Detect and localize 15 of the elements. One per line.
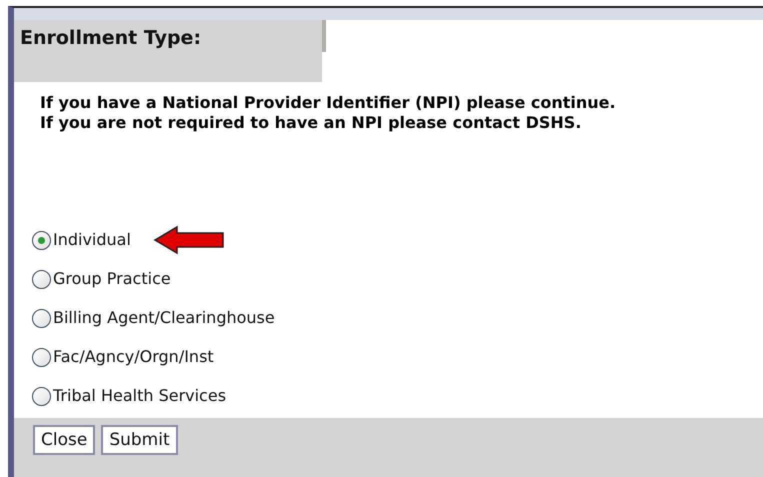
radio-label[interactable]: Tribal Health Services bbox=[53, 384, 226, 408]
radio-label[interactable]: Group Practice bbox=[53, 267, 171, 291]
form-button[interactable]: Close bbox=[33, 425, 96, 455]
radio-button[interactable] bbox=[32, 386, 51, 406]
radio-label[interactable]: Billing Agent/Clearinghouse bbox=[53, 306, 275, 330]
section-title: Enrollment Type: bbox=[20, 27, 202, 49]
radio-button[interactable] bbox=[32, 230, 51, 250]
form-button[interactable]: Submit bbox=[101, 425, 178, 455]
radio-button[interactable] bbox=[32, 270, 51, 288]
instruction-text: If you have a National Provider Identifier (NPI) please continue. bbox=[40, 93, 617, 113]
radio-button[interactable] bbox=[32, 348, 51, 366]
instruction-text: If you are not required to have an NPI please contact DSHS. bbox=[40, 113, 582, 133]
radio-label[interactable]: Fac/Agncy/Orgn/Inst bbox=[53, 345, 214, 369]
radio-label[interactable]: Individual bbox=[53, 228, 131, 252]
radio-button[interactable] bbox=[32, 308, 51, 328]
